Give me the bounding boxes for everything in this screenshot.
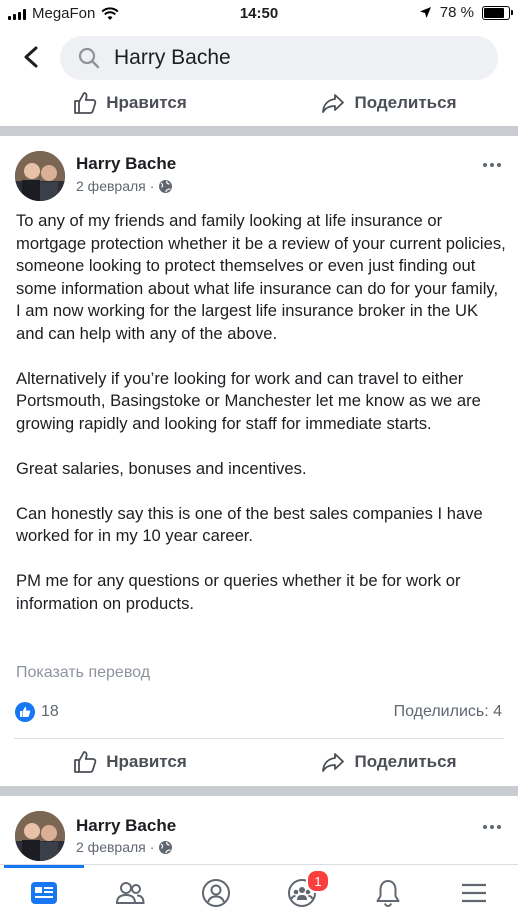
share-label: Поделиться — [354, 752, 457, 771]
more-options-icon[interactable] — [480, 160, 504, 170]
post-date[interactable]: 2 февраля — [76, 839, 146, 855]
tab-friends[interactable] — [110, 875, 150, 911]
news-feed-icon — [31, 882, 57, 904]
active-tab-indicator — [4, 865, 84, 868]
post-paragraph: Can honestly say this is one of the best… — [16, 503, 483, 546]
post-author[interactable]: Harry Bache — [76, 816, 176, 836]
feed-separator — [0, 126, 518, 136]
hamburger-menu-icon — [462, 883, 486, 903]
globe-icon — [159, 840, 173, 854]
avatar-photo — [15, 151, 65, 201]
search-header: Harry Bache — [0, 28, 518, 88]
battery-icon — [482, 5, 513, 20]
tab-notifications[interactable] — [368, 875, 408, 911]
bell-icon — [376, 880, 400, 908]
friends-icon — [115, 882, 145, 904]
tab-groups[interactable]: 1 — [282, 869, 330, 911]
status-right: 78 % — [419, 4, 513, 21]
more-options-icon[interactable] — [480, 822, 504, 832]
post-actions: Нравится Поделиться — [0, 739, 518, 785]
meta-separator: · — [149, 178, 155, 194]
back-arrow-icon[interactable] — [18, 42, 46, 72]
like-label: Нравится — [106, 752, 187, 771]
avatar[interactable] — [15, 151, 65, 201]
reactions-count[interactable]: 18 — [15, 702, 59, 722]
tab-news-feed[interactable] — [24, 875, 64, 911]
share-arrow-icon — [322, 753, 345, 772]
thumbs-up-icon — [74, 92, 97, 114]
post-paragraph: PM me for any questions or queries wheth… — [16, 571, 461, 613]
like-button[interactable]: Нравится — [0, 739, 259, 785]
post-meta: 2 февраля · — [76, 839, 173, 855]
tab-profile[interactable] — [196, 875, 236, 911]
like-label: Нравится — [106, 93, 187, 112]
meta-separator: · — [149, 839, 155, 855]
like-reaction-icon — [15, 702, 35, 722]
feed-separator — [0, 786, 518, 796]
share-button[interactable]: Поделиться — [259, 739, 518, 785]
avatar-photo — [15, 811, 65, 861]
share-label: Поделиться — [354, 93, 457, 112]
avatar[interactable] — [15, 811, 65, 861]
profile-icon — [202, 879, 230, 907]
thumbs-up-icon — [74, 751, 97, 773]
share-arrow-icon — [322, 94, 345, 113]
like-count: 18 — [41, 703, 59, 720]
status-bar: MegaFon 14:50 78 % — [0, 0, 518, 28]
post-body: To any of my friends and family looking … — [16, 210, 506, 638]
share-button[interactable]: Поделиться — [259, 80, 518, 126]
like-button[interactable]: Нравится — [0, 80, 259, 126]
post-header: Harry Bache 2 февраля · — [0, 148, 518, 208]
battery-level — [484, 7, 505, 18]
post-meta: 2 февраля · — [76, 178, 173, 194]
prev-post-actions: Нравится Поделиться — [0, 80, 518, 126]
post-paragraph: To any of my friends and family looking … — [16, 211, 506, 343]
post-stats: 18 Поделились: 4 — [0, 700, 518, 726]
battery-percent: 78 % — [439, 4, 474, 21]
search-query: Harry Bache — [114, 46, 231, 69]
share-count[interactable]: Поделились: 4 — [394, 703, 502, 721]
show-translation-link[interactable]: Показать перевод — [16, 664, 150, 682]
globe-icon — [159, 179, 173, 193]
post-paragraph: Great salaries, bonuses and incentives. — [16, 458, 307, 478]
search-icon — [78, 47, 100, 69]
post-date[interactable]: 2 февраля — [76, 178, 146, 194]
next-post-header: Harry Bache 2 февраля · — [0, 808, 518, 868]
post-author[interactable]: Harry Bache — [76, 154, 176, 174]
bottom-tab-bar: 1 — [0, 864, 518, 921]
notification-badge: 1 — [306, 869, 330, 893]
location-arrow-icon — [419, 7, 431, 18]
post-paragraph: Alternatively if you’re looking for work… — [16, 368, 481, 433]
tab-menu[interactable] — [454, 875, 494, 911]
search-input[interactable]: Harry Bache — [60, 36, 498, 80]
